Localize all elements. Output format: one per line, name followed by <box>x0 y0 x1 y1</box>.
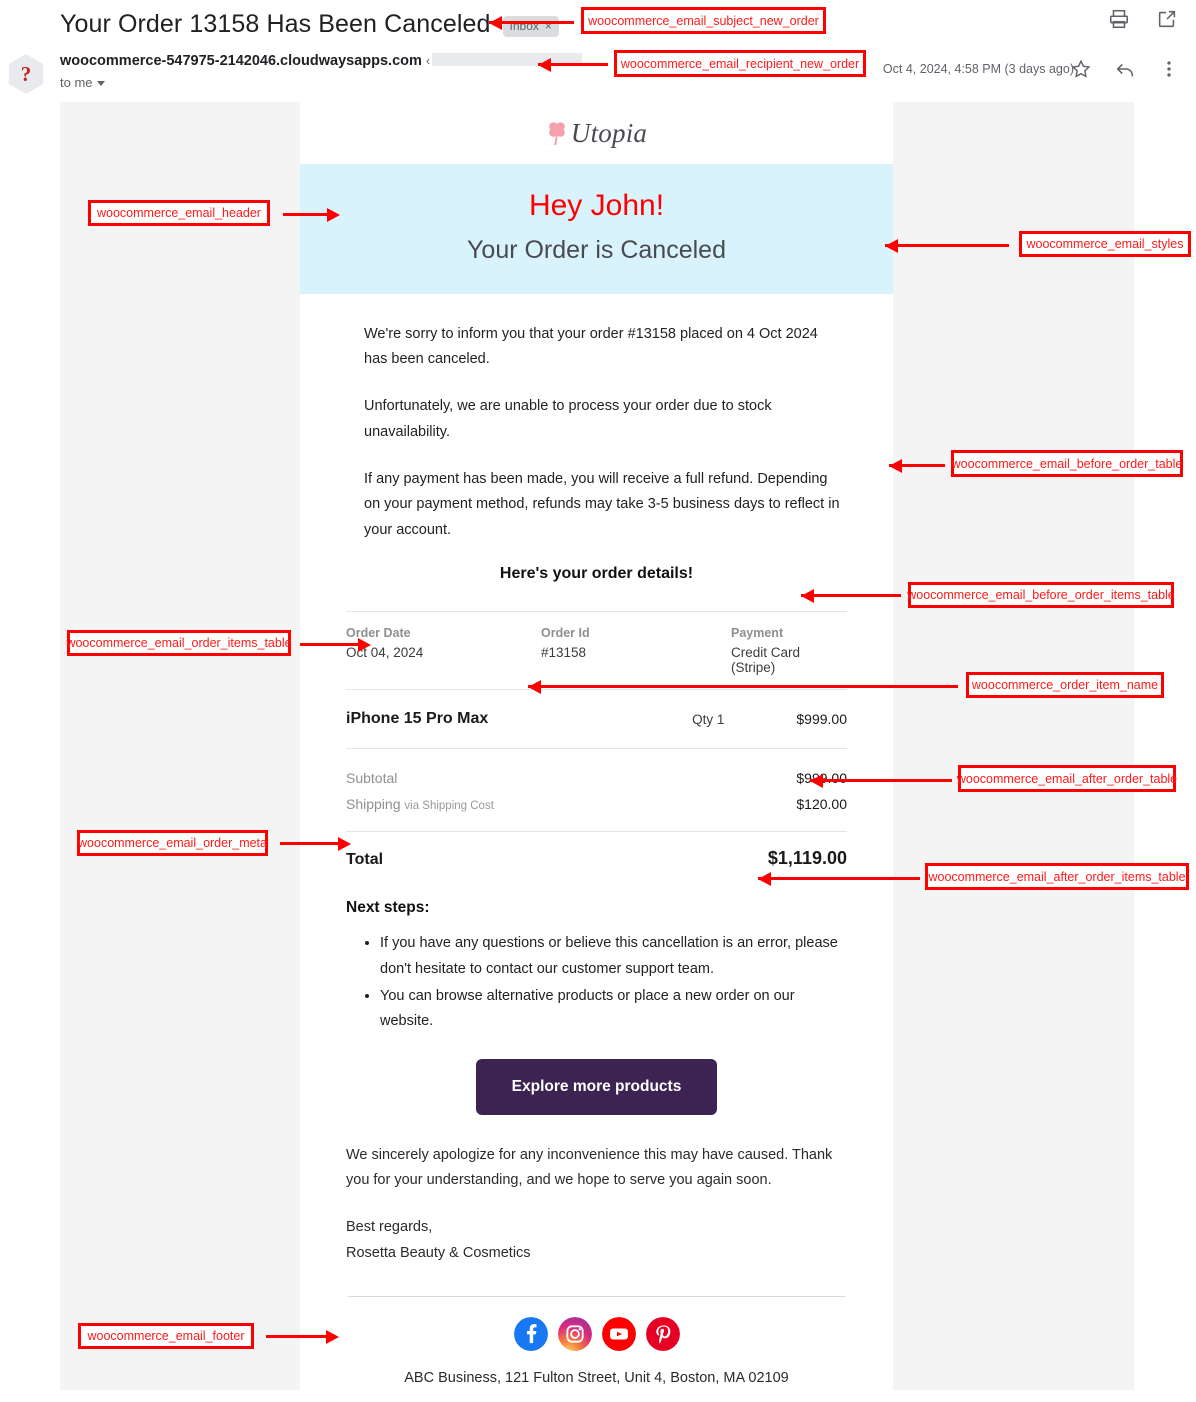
intro-paragraph: Unfortunately, we are unable to process … <box>364 398 772 440</box>
screenshot-root: Your Order 13158 Has Been Canceled Inbox… <box>0 0 1196 1402</box>
inbox-label-chip[interactable]: Inbox × <box>502 15 559 37</box>
explore-more-products-button[interactable]: Explore more products <box>475 1058 718 1115</box>
grand-total-label: Total <box>346 851 384 869</box>
intro-paragraph: If any payment has been made, you will r… <box>364 471 840 538</box>
shipping-method-text: via Shipping Cost <box>404 800 494 813</box>
signature-line: Rosetta Beauty & Cosmetics <box>346 1244 531 1261</box>
shipping-amount: $120.00 <box>796 796 847 813</box>
avatar: ? <box>8 54 44 94</box>
order-item-right: Qty 1 $999.00 <box>692 711 847 727</box>
cta-wrapper: Explore more products <box>346 1058 847 1115</box>
shipping-label: Shipping via Shipping Cost <box>346 796 494 812</box>
annotation-footer: woocommerce_email_footer <box>78 1323 254 1349</box>
grand-total-amount: $1,119.00 <box>767 848 847 869</box>
email-closing: We sincerely apologize for any inconveni… <box>332 1115 861 1267</box>
next-steps-list: If you have any questions or believe thi… <box>346 931 847 1035</box>
gmail-sender-row: ? woocommerce-547975-2142046.cloudwaysap… <box>0 50 1196 96</box>
annotation-subject: woocommerce_email_subject_new_order <box>581 7 826 34</box>
order-date-label: Order Date <box>346 626 411 641</box>
page-title: Your Order 13158 Has Been Canceled <box>60 9 491 38</box>
order-totals: Subtotal $999.00 Shipping via Shipping C… <box>332 749 861 831</box>
brand-name: Utopia <box>570 117 648 148</box>
grand-total-row: Total $1,119.00 <box>332 832 861 873</box>
next-steps-title: Next steps: <box>346 899 430 917</box>
annotation-before-order-table: woocommerce_email_before_order_table <box>951 450 1183 477</box>
print-icon[interactable] <box>1108 8 1130 30</box>
sender-angle-bracket: ‹ <box>425 53 431 68</box>
chevron-down-icon[interactable] <box>96 81 105 86</box>
annotation-order-item-name: woocommerce_order_item_name <box>966 672 1164 698</box>
pinterest-icon[interactable] <box>645 1317 680 1352</box>
next-steps-section: Next steps: If you have any questions or… <box>332 873 861 1115</box>
shipping-label-text: Shipping <box>346 796 401 813</box>
clover-flower-icon <box>549 122 565 145</box>
shipping-row: Shipping via Shipping Cost $120.00 <box>346 791 847 817</box>
sender-address[interactable]: woocommerce-547975-2142046.cloudwaysapps… <box>60 52 583 69</box>
list-item: If you have any questions or believe thi… <box>380 931 847 982</box>
order-id-cell: Order Id #13158 <box>541 626 731 675</box>
payment-cell: Payment Credit Card (Stripe) <box>731 626 847 675</box>
order-item-price: $999.00 <box>796 711 847 728</box>
recipient-label: to me <box>60 75 93 90</box>
apology-paragraph: We sincerely apologize for any inconveni… <box>346 1146 833 1188</box>
brand-logo: Utopia <box>546 118 647 149</box>
annotation-after-order-table: woocommerce_email_after_order_table <box>957 765 1177 792</box>
order-item-qty: Qty 1 <box>692 711 725 727</box>
recipient-line[interactable]: to me <box>60 75 105 90</box>
order-date-cell: Order Date Oct 04, 2024 <box>346 626 541 675</box>
instagram-icon[interactable] <box>557 1317 592 1352</box>
email-viewport: Utopia Hey John! Your Order is Canceled … <box>60 102 1134 1390</box>
email-header-banner: Hey John! Your Order is Canceled <box>300 164 893 294</box>
reply-icon[interactable] <box>1114 58 1136 80</box>
order-details-heading: Here's your order details! <box>499 565 694 583</box>
message-timestamp: Oct 4, 2024, 4:58 PM (3 days ago) <box>882 62 1074 76</box>
order-meta-row: Order Date Oct 04, 2024 Order Id #13158 … <box>332 612 861 689</box>
table-row: iPhone 15 Pro Max Qty 1 $999.00 <box>332 690 861 748</box>
sender-domain: woocommerce-547975-2142046.cloudwaysapps… <box>60 53 422 69</box>
subtotal-row: Subtotal $999.00 <box>346 765 847 791</box>
order-date-value: Oct 04, 2024 <box>346 645 424 661</box>
star-icon[interactable] <box>1070 58 1092 80</box>
annotation-order-meta: woocommerce_email_order_meta <box>77 830 268 856</box>
annotation-recipient: woocommerce_email_recipient_new_order <box>614 50 866 77</box>
email-body: We're sorry to inform you that your orde… <box>300 294 893 1391</box>
order-id-label: Order Id <box>541 626 590 641</box>
gmail-top-icon-group <box>1108 8 1178 30</box>
social-icon-row <box>346 1317 847 1352</box>
regards-line: Best regards, <box>346 1219 433 1236</box>
open-in-new-icon[interactable] <box>1156 8 1178 30</box>
annotation-styles: woocommerce_email_styles <box>1019 231 1191 257</box>
facebook-icon[interactable] <box>513 1317 548 1352</box>
list-item: You can browse alternative products or p… <box>380 984 847 1035</box>
annotation-order-items-table: woocommerce_email_order_items_table <box>66 630 292 656</box>
email-logo-block: Utopia <box>300 102 893 164</box>
annotation-header: woocommerce_email_header <box>88 200 270 226</box>
subtotal-label: Subtotal <box>346 770 398 787</box>
more-vert-icon[interactable] <box>1158 58 1180 80</box>
footer-address: ABC Business, 121 Fulton Street, Unit 4,… <box>404 1370 789 1387</box>
order-item-name: iPhone 15 Pro Max <box>346 710 489 728</box>
email-intro: We're sorry to inform you that your orde… <box>332 294 861 544</box>
payment-value: Credit Card (Stripe) <box>731 645 801 676</box>
payment-label: Payment <box>731 626 784 641</box>
email-subtitle: Your Order is Canceled <box>467 235 726 264</box>
youtube-icon[interactable] <box>601 1317 636 1352</box>
annotation-after-order-items-table: woocommerce_email_after_order_items_tabl… <box>925 863 1189 890</box>
annotation-before-order-items-table: woocommerce_email_before_order_items_tab… <box>907 582 1175 608</box>
email-greeting: Hey John! <box>528 189 665 222</box>
intro-paragraph: We're sorry to inform you that your orde… <box>364 325 818 367</box>
gmail-message-actions <box>1070 58 1180 80</box>
order-id-value: #13158 <box>541 645 587 661</box>
email-card: Utopia Hey John! Your Order is Canceled … <box>300 102 893 1390</box>
email-footer: ABC Business, 121 Fulton Street, Unit 4,… <box>332 1297 861 1390</box>
